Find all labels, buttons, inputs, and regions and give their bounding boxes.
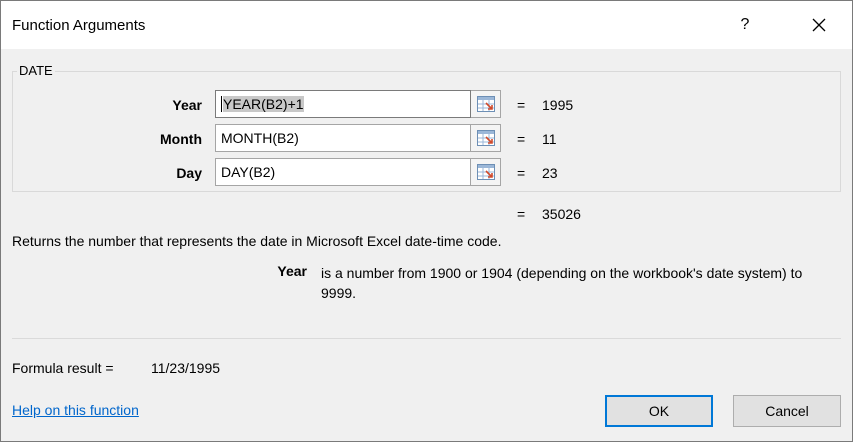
function-name: DATE — [17, 63, 55, 78]
day-label: Day — [176, 165, 202, 181]
ok-button[interactable]: OK — [605, 395, 713, 427]
result-equals: = — [517, 206, 526, 222]
day-input-text: DAY(B2) — [221, 164, 276, 180]
year-label: Year — [172, 97, 202, 113]
formula-result-value: 11/23/1995 — [151, 360, 221, 376]
result-value: 35026 — [542, 206, 581, 222]
argument-description-text: is a number from 1900 or 1904 (depending… — [321, 265, 803, 301]
year-value: 1995 — [542, 97, 574, 113]
separator — [12, 338, 841, 339]
title-bar: Function Arguments ? — [1, 1, 852, 49]
month-collapse-button[interactable] — [471, 124, 501, 152]
day-equals: = — [517, 165, 526, 181]
day-collapse-button[interactable] — [471, 158, 501, 186]
argument-description-name: Year — [277, 263, 307, 279]
close-button[interactable] — [799, 10, 839, 40]
function-arguments-dialog: Function Arguments ? DATE Year YEAR(B2)+… — [0, 0, 853, 442]
text-caret — [221, 96, 222, 112]
day-value: 23 — [542, 165, 558, 181]
year-input-text: YEAR(B2)+1 — [223, 96, 304, 112]
help-on-function-link[interactable]: Help on this function — [12, 402, 139, 418]
day-input[interactable]: DAY(B2) — [215, 158, 471, 186]
month-input[interactable]: MONTH(B2) — [215, 124, 471, 152]
range-select-icon — [476, 96, 495, 112]
month-equals: = — [517, 131, 526, 147]
cancel-button[interactable]: Cancel — [733, 395, 841, 427]
formula-result-label: Formula result = — [12, 360, 114, 376]
month-label: Month — [160, 131, 202, 147]
range-select-icon — [476, 130, 495, 146]
function-description: Returns the number that represents the d… — [12, 233, 502, 249]
window-title: Function Arguments — [12, 17, 146, 34]
close-icon — [812, 18, 826, 32]
help-button[interactable]: ? — [725, 10, 765, 40]
range-select-icon — [476, 164, 495, 180]
year-collapse-button[interactable] — [471, 90, 501, 118]
month-value: 11 — [542, 131, 557, 147]
month-input-text: MONTH(B2) — [221, 130, 299, 146]
year-equals: = — [517, 97, 526, 113]
year-input[interactable]: YEAR(B2)+1 — [215, 90, 471, 118]
